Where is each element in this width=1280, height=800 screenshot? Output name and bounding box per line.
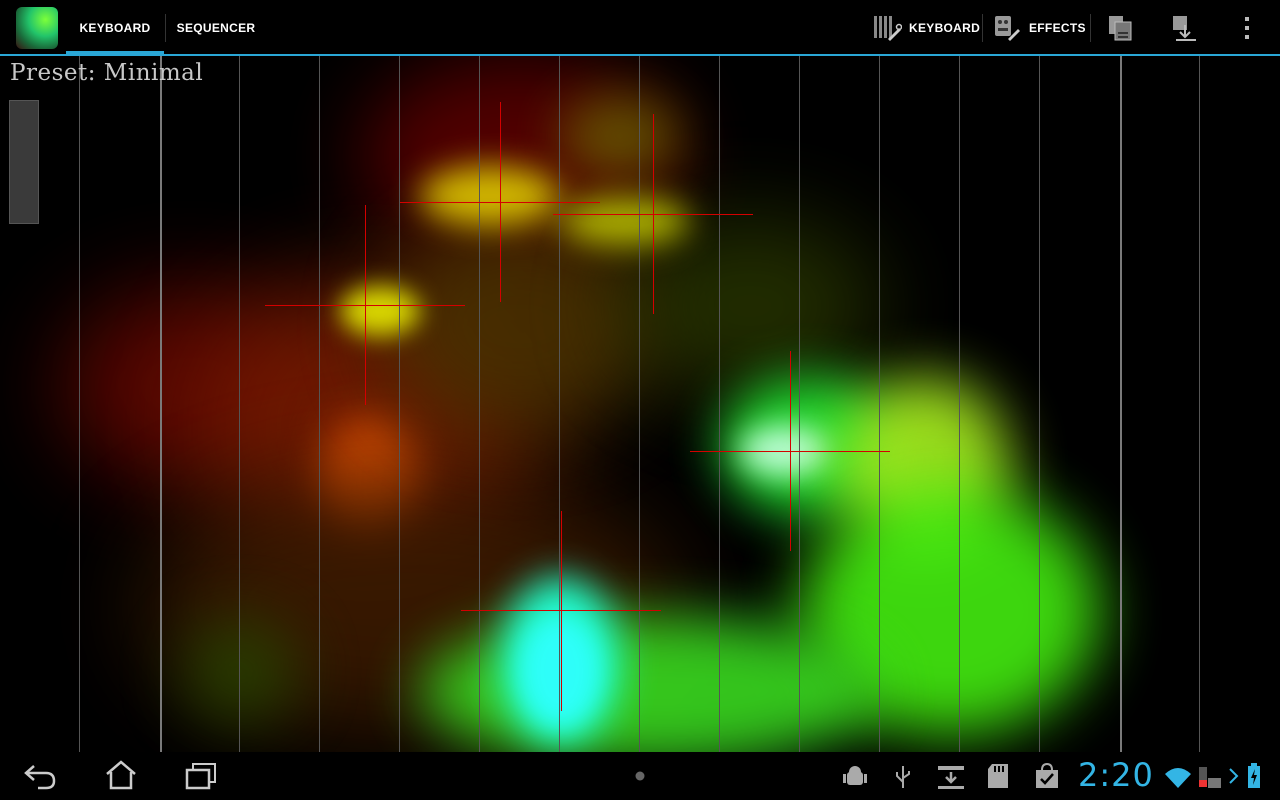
action-divider [1090,14,1091,42]
market-update-icon [1036,762,1058,788]
action-divider [982,14,983,42]
key-divider [1039,56,1040,752]
key-divider [160,56,162,752]
key-divider [399,56,400,752]
touch-crosshair-vertical [561,511,562,711]
key-divider [799,56,800,752]
keyboard-settings-icon [874,16,902,41]
preset-label: Preset: Minimal [10,60,204,86]
action-bar: KEYBOARD SEQUENCER KEYBOARD EFFECTS [0,0,1280,56]
effects-label: EFFECTS [1029,21,1086,35]
key-divider [719,56,720,752]
battery-charging-icon [1248,763,1260,788]
load-preset-button[interactable] [1164,0,1208,54]
keyboard-settings-label: KEYBOARD [909,21,981,35]
menu-dot-icon[interactable] [634,770,646,782]
tab-keyboard[interactable]: KEYBOARD [66,0,164,56]
key-divider [79,56,80,752]
key-divider [959,56,960,752]
key-divider [479,56,480,752]
effects-icon [995,16,1020,41]
key-divider [559,56,560,752]
visual-glow [340,286,420,336]
app-logo-icon[interactable] [16,7,58,49]
tab-keyboard-label: KEYBOARD [79,21,151,35]
usb-icon [896,766,910,788]
visual-glow [180,616,300,726]
key-divider [879,56,880,752]
key-divider [1199,56,1200,752]
volume-slider[interactable] [9,100,39,224]
load-icon [1173,16,1196,41]
android-debug-icon [843,766,867,785]
effects-button[interactable]: EFFECTS [988,0,1088,54]
tab-sequencer[interactable]: SEQUENCER [166,0,266,54]
recent-apps-icon[interactable] [184,762,218,790]
wifi-icon [1165,768,1191,788]
touch-crosshair-vertical [790,351,791,551]
visual-glow [620,216,880,396]
instrument-surface[interactable]: Preset: Minimal [0,56,1280,752]
overflow-menu-icon [1245,17,1249,39]
back-icon[interactable] [22,762,58,790]
sd-card-icon [988,764,1008,788]
clock[interactable]: 2:20 [1078,756,1154,794]
touch-crosshair-vertical [365,205,366,405]
save-preset-button[interactable] [1100,0,1144,54]
visual-glow [560,96,680,176]
touch-crosshair-vertical [500,102,501,302]
save-icon [1109,16,1132,41]
overflow-menu-button[interactable] [1230,0,1266,54]
battery-keyboard-icon [1199,767,1221,788]
key-divider [319,56,320,752]
chevron-right-icon [1229,768,1239,784]
system-navigation-bar: 2:20 [0,752,1280,800]
visual-glow [380,216,660,436]
home-icon[interactable] [104,760,138,790]
tab-sequencer-label: SEQUENCER [176,21,256,35]
touch-crosshair-vertical [653,114,654,314]
visual-glow [560,196,690,246]
keyboard-settings-button[interactable]: KEYBOARD [868,0,981,54]
visual-glow [520,616,600,726]
visual-glow [420,166,560,226]
key-divider [239,56,240,752]
key-divider [1120,56,1122,752]
key-divider [639,56,640,752]
download-icon [938,766,964,789]
